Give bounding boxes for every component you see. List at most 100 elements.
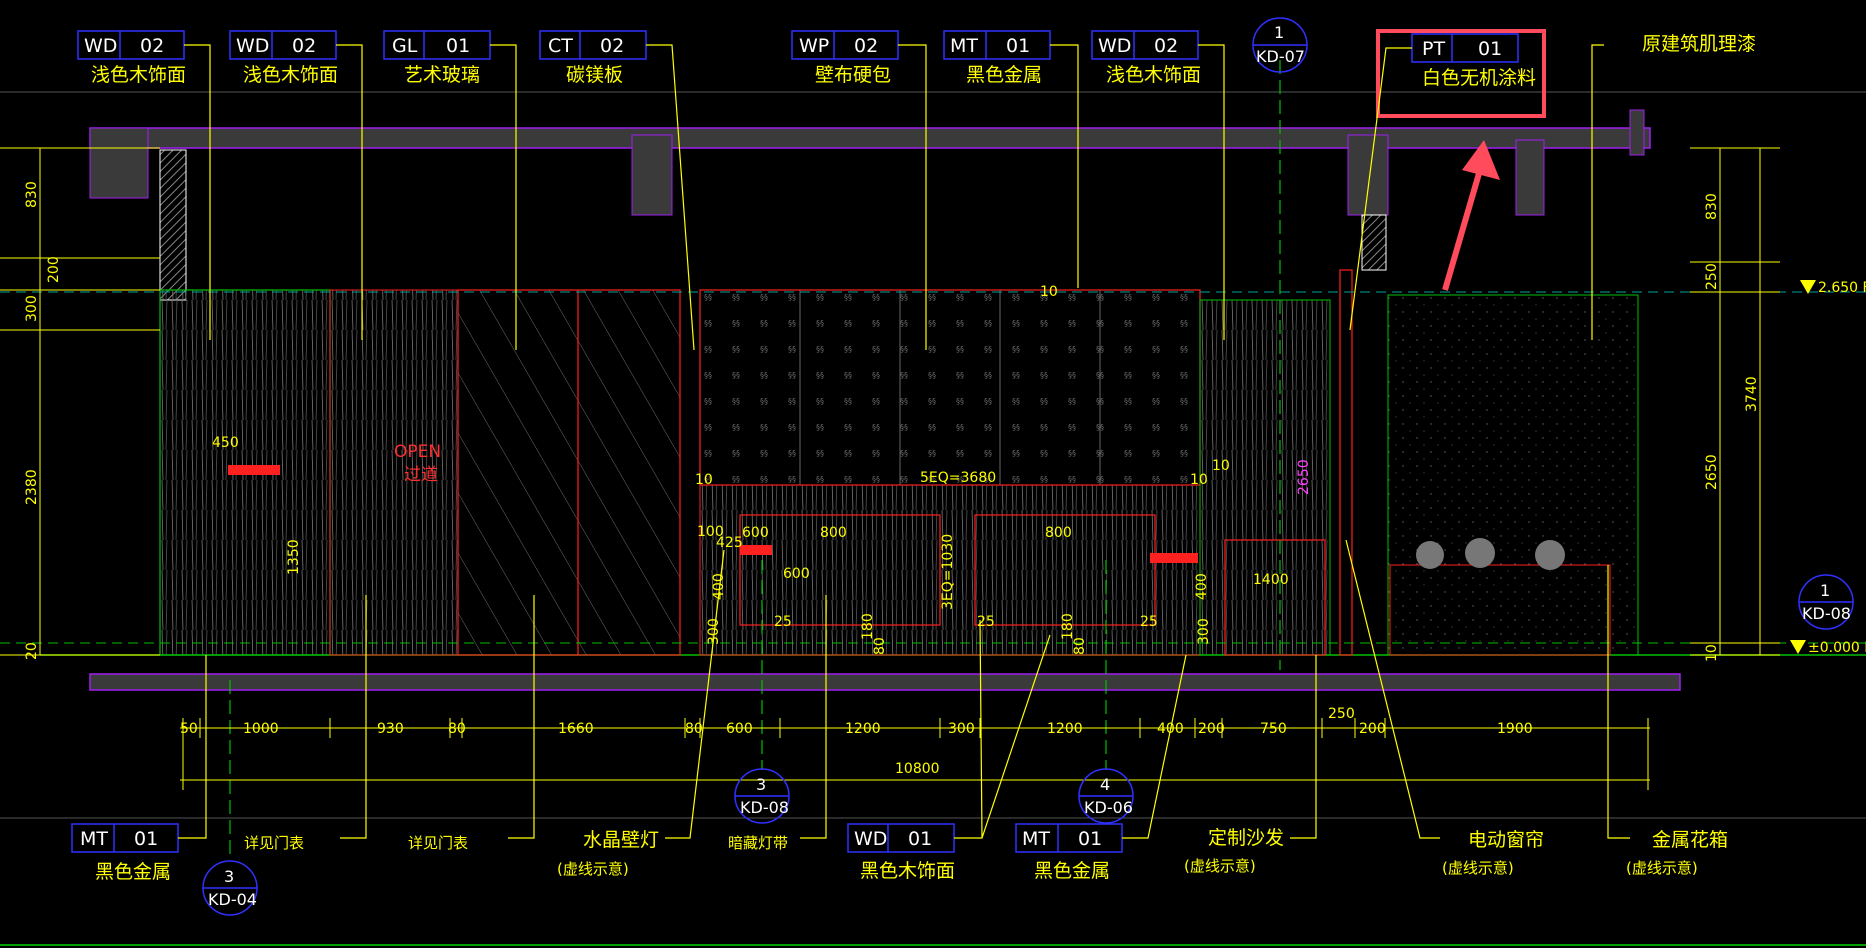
dim-10a: 10 bbox=[1040, 284, 1058, 300]
svg-text:KD-08: KD-08 bbox=[1802, 604, 1851, 623]
dim-80a: 80 bbox=[872, 637, 888, 655]
right-column bbox=[1361, 214, 1387, 271]
right-dim-3740: 3740 bbox=[1744, 376, 1760, 412]
seq2-label: 3EQ=1030 bbox=[940, 534, 956, 610]
svg-text:02: 02 bbox=[292, 35, 316, 57]
bottom-dim-600: 600 bbox=[726, 721, 753, 737]
right-dim-830: 830 bbox=[1704, 193, 1720, 220]
bottom-dim-80b: 80 bbox=[685, 721, 703, 737]
svg-text:WD: WD bbox=[1098, 35, 1131, 57]
label-electric-curtain: 电动窗帘 bbox=[1468, 829, 1544, 851]
open-label: OPEN bbox=[394, 442, 441, 462]
level-label-upper: 2.650 F.F bbox=[1818, 280, 1866, 296]
callout-4-kd06: 4 KD-06 bbox=[1078, 768, 1134, 824]
svg-text:WD: WD bbox=[84, 35, 117, 57]
top-tag-1: WD 02 浅色木饰面 bbox=[77, 30, 186, 86]
bottom-dim-750: 750 bbox=[1260, 721, 1287, 737]
passage-label: 过道 bbox=[404, 465, 438, 485]
bottom-dim-1200a: 1200 bbox=[845, 721, 881, 737]
right-dim-2650: 2650 bbox=[1704, 454, 1720, 490]
dim-450: 450 bbox=[212, 435, 239, 451]
left-dim-20: 20 bbox=[24, 642, 40, 660]
dim-1350: 1350 bbox=[286, 539, 302, 575]
note-metal-planter: (虚线示意) bbox=[1626, 859, 1698, 877]
dim-10b: 10 bbox=[695, 472, 713, 488]
bottom-dim-1200b: 1200 bbox=[1047, 721, 1083, 737]
plant-1 bbox=[1416, 541, 1444, 569]
svg-text:01: 01 bbox=[1006, 35, 1030, 57]
svg-text:WD: WD bbox=[854, 828, 887, 850]
plant-3 bbox=[1535, 540, 1565, 570]
level-label-lower: ±0.000 F.F bbox=[1808, 640, 1866, 656]
plant-2 bbox=[1465, 538, 1495, 568]
label-crystal-lamp: 水晶壁灯 bbox=[583, 829, 659, 851]
dim-800a: 800 bbox=[820, 525, 847, 541]
ceiling-slab bbox=[89, 127, 1651, 149]
dim-2650-pink: 2650 bbox=[1296, 459, 1312, 495]
ceiling-beam-left bbox=[89, 127, 149, 199]
left-dim-ticks bbox=[0, 147, 160, 656]
svg-text:02: 02 bbox=[854, 35, 878, 57]
right-dim-ticks bbox=[1690, 147, 1780, 656]
svg-text:WD: WD bbox=[236, 35, 269, 57]
dim-180b: 180 bbox=[1060, 613, 1076, 640]
right-dim-10: 10 bbox=[1704, 644, 1720, 662]
bottom-dim-250: 250 bbox=[1328, 706, 1355, 722]
svg-text:浅色木饰面: 浅色木饰面 bbox=[243, 64, 338, 86]
svg-text:黑色木饰面: 黑色木饰面 bbox=[860, 860, 955, 882]
top-tag-3: GL 01 艺术玻璃 bbox=[383, 30, 491, 86]
svg-text:02: 02 bbox=[600, 35, 624, 57]
callout-3-kd08: 3 KD-08 bbox=[734, 768, 790, 824]
bottom-dim-50: 50 bbox=[180, 721, 198, 737]
svg-text:01: 01 bbox=[1078, 828, 1102, 850]
svg-text:黑色金属: 黑色金属 bbox=[966, 64, 1042, 86]
dim-180a: 180 bbox=[860, 613, 876, 640]
label-metal-planter: 金属花箱 bbox=[1652, 829, 1728, 851]
wallpaper-panel bbox=[699, 289, 1201, 486]
bottom-dim-1660: 1660 bbox=[558, 721, 594, 737]
svg-text:CT: CT bbox=[548, 35, 573, 57]
svg-text:4: 4 bbox=[1100, 775, 1110, 794]
dim-800b: 800 bbox=[1045, 525, 1072, 541]
note-custom-sofa: (虚线示意) bbox=[1184, 857, 1256, 875]
svg-text:1: 1 bbox=[1820, 581, 1830, 600]
seq-label: 5EQ=3680 bbox=[920, 470, 996, 486]
svg-text:MT: MT bbox=[80, 828, 108, 850]
svg-text:艺术玻璃: 艺术玻璃 bbox=[404, 64, 480, 86]
note-electric-curtain: (虚线示意) bbox=[1442, 859, 1514, 877]
dim-1400: 1400 bbox=[1253, 572, 1289, 588]
total-dim-10800: 10800 bbox=[895, 761, 940, 777]
dim-600b: 600 bbox=[783, 566, 810, 582]
wall-fixture-left bbox=[228, 465, 280, 475]
svg-text:WP: WP bbox=[799, 35, 829, 57]
svg-text:KD-08: KD-08 bbox=[740, 798, 789, 817]
svg-text:KD-06: KD-06 bbox=[1084, 798, 1133, 817]
dim-600a: 600 bbox=[742, 525, 769, 541]
dim-80b: 80 bbox=[1072, 637, 1088, 655]
elevation-drawing: §§ 2.650 F.F ±0.000 bbox=[0, 17, 1866, 946]
floor-slab bbox=[89, 673, 1681, 691]
left-dim-300: 300 bbox=[24, 295, 40, 322]
note-crystal-lamp: (虚线示意) bbox=[557, 860, 629, 878]
top-tag-2: WD 02 浅色木饰面 bbox=[229, 30, 338, 86]
svg-text:浅色木饰面: 浅色木饰面 bbox=[1106, 64, 1201, 86]
bottom-dim-1000: 1000 bbox=[243, 721, 279, 737]
svg-text:壁布硬包: 壁布硬包 bbox=[815, 64, 891, 86]
highlight-arrow bbox=[1442, 140, 1500, 291]
svg-text:01: 01 bbox=[446, 35, 470, 57]
svg-text:02: 02 bbox=[1154, 35, 1178, 57]
left-dim-200: 200 bbox=[46, 256, 62, 283]
right-top-label: 原建筑肌理漆 bbox=[1642, 33, 1756, 55]
label-door-table-2: 详见门表 bbox=[408, 834, 468, 852]
left-dim-830: 830 bbox=[24, 181, 40, 208]
svg-text:KD-04: KD-04 bbox=[208, 890, 257, 909]
dim-25c: 25 bbox=[1140, 614, 1158, 630]
left-dim-2380: 2380 bbox=[24, 469, 40, 505]
callout-1-kd08: 1 KD-08 bbox=[1798, 574, 1854, 630]
svg-text:02: 02 bbox=[140, 35, 164, 57]
dim-25a: 25 bbox=[774, 614, 792, 630]
dim-400b: 400 bbox=[1194, 573, 1210, 600]
art-glass-panel bbox=[457, 289, 681, 656]
svg-text:01: 01 bbox=[1478, 38, 1502, 60]
svg-text:碳镁板: 碳镁板 bbox=[566, 64, 623, 86]
